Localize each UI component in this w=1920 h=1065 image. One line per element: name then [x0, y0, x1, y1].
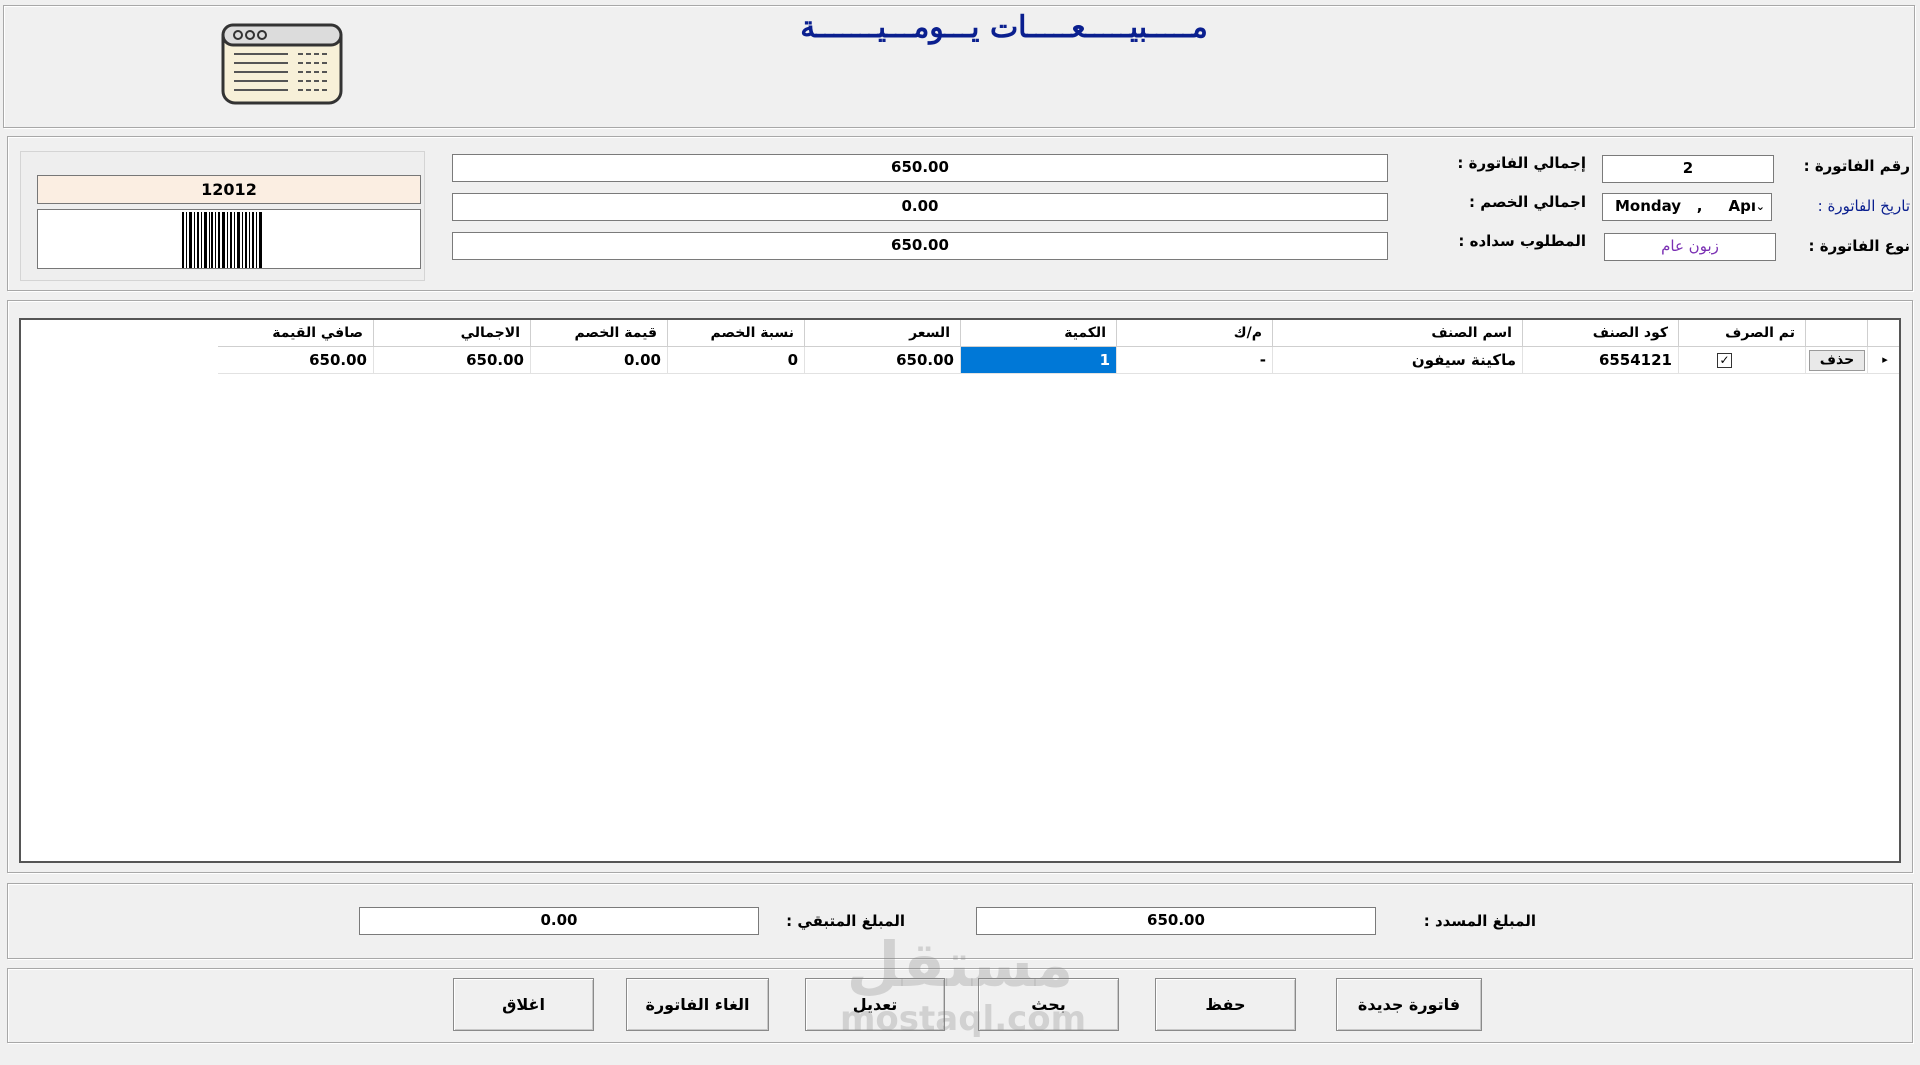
discount-total-label: اجمالي الخصم : — [1468, 193, 1586, 211]
quantity-cell[interactable]: 1 — [961, 347, 1117, 374]
search-button[interactable]: بحث — [978, 978, 1119, 1031]
row-selector[interactable]: ▸ — [1868, 347, 1899, 374]
header-delete — [1806, 320, 1868, 347]
chevron-down-icon[interactable]: ⌄ — [1756, 194, 1765, 219]
close-button[interactable]: اغلاق — [453, 978, 594, 1031]
item-code-cell[interactable]: 6554121 — [1523, 347, 1679, 374]
discount-total-field[interactable]: 0.00 — [452, 193, 1388, 221]
invoice-total-field[interactable]: 650.00 — [452, 154, 1388, 182]
page-title: مـــــبيـــــعـــــات يـــومـــيـــــــة — [800, 10, 1208, 45]
invoice-window-icon — [221, 23, 343, 105]
header-row-selector — [1868, 320, 1899, 347]
header-discount-pct: نسبة الخصم — [668, 320, 805, 347]
invoice-date-value: Monday , Apı — [1615, 197, 1757, 215]
amount-due-field[interactable]: 650.00 — [452, 232, 1388, 260]
header-total: الاجمالي — [374, 320, 531, 347]
dispensed-cell: ✓ — [1679, 347, 1806, 374]
header-quantity: الكمية — [961, 320, 1117, 347]
barcode-area: 12012 — [20, 151, 425, 281]
invoice-info-panel: 12012 650.00 0.00 650.00 إجمالي الفاتورة… — [7, 136, 1913, 291]
item-name-cell[interactable]: ماكينة سيفون — [1273, 347, 1523, 374]
remaining-amount-label: المبلغ المتبقي : — [786, 912, 905, 930]
invoice-total-label: إجمالي الفاتورة : — [1457, 154, 1586, 172]
invoice-type-label: نوع الفاتورة : — [1808, 237, 1910, 255]
unit-cell[interactable]: - — [1117, 347, 1273, 374]
invoice-type-field[interactable]: زبون عام — [1604, 233, 1776, 261]
header-unit: م/ك — [1117, 320, 1273, 347]
cancel-invoice-button[interactable]: الغاء الفاتورة — [626, 978, 769, 1031]
delete-row-button[interactable]: حذف — [1809, 350, 1865, 371]
header-item-name: اسم الصنف — [1273, 320, 1523, 347]
paid-amount-field[interactable]: 650.00 — [976, 907, 1376, 935]
items-grid-panel: تم الصرف كود الصنف اسم الصنف م/ك الكمية … — [7, 300, 1913, 873]
save-button[interactable]: حفظ — [1155, 978, 1296, 1031]
header-item-code: كود الصنف — [1523, 320, 1679, 347]
invoice-date-picker[interactable]: Monday , Apı ⌄ — [1602, 193, 1772, 221]
actions-panel: فاتورة جديدة حفظ بحث تعديل الغاء الفاتور… — [7, 968, 1913, 1043]
dispensed-checkbox[interactable]: ✓ — [1717, 353, 1732, 368]
barcode-image — [37, 209, 421, 269]
invoice-date-label: تاريخ الفاتورة : — [1817, 197, 1910, 215]
amount-due-label: المطلوب سداده : — [1458, 232, 1586, 250]
barcode-number: 12012 — [37, 175, 421, 204]
edit-button[interactable]: تعديل — [805, 978, 945, 1031]
discount-pct-cell[interactable]: 0 — [668, 347, 805, 374]
payment-panel: المبلغ المسدد : 650.00 المبلغ المتبقي : … — [7, 883, 1913, 959]
header-panel: مـــــبيـــــعـــــات يـــومـــيـــــــة — [3, 5, 1915, 128]
remaining-amount-field[interactable]: 0.00 — [359, 907, 759, 935]
table-row-delete-cell: حذف — [1806, 347, 1868, 374]
paid-amount-label: المبلغ المسدد : — [1423, 912, 1536, 930]
header-net-value: صافي القيمة — [218, 320, 374, 347]
items-grid[interactable]: تم الصرف كود الصنف اسم الصنف م/ك الكمية … — [19, 318, 1901, 863]
header-dispensed: تم الصرف — [1679, 320, 1806, 347]
header-price: السعر — [805, 320, 961, 347]
price-cell[interactable]: 650.00 — [805, 347, 961, 374]
total-cell[interactable]: 650.00 — [374, 347, 531, 374]
new-invoice-button[interactable]: فاتورة جديدة — [1336, 978, 1482, 1031]
invoice-number-label: رقم الفاتورة : — [1803, 157, 1910, 175]
discount-value-cell[interactable]: 0.00 — [531, 347, 668, 374]
net-value-cell[interactable]: 650.00 — [218, 347, 374, 374]
invoice-number-field[interactable]: 2 — [1602, 155, 1774, 183]
header-discount-value: قيمة الخصم — [531, 320, 668, 347]
